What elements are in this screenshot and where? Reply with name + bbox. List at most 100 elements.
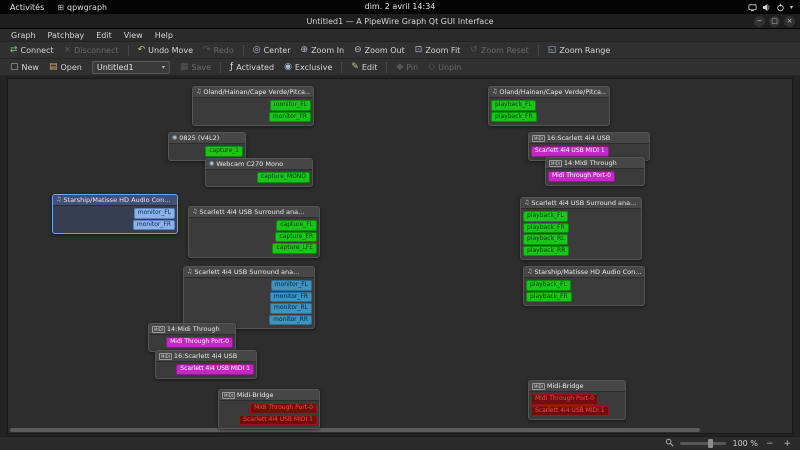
menu-patchbay[interactable]: Patchbay	[42, 30, 91, 41]
port-blue[interactable]: monitor_FL	[134, 208, 175, 219]
redo-button[interactable]: ↷Redo	[198, 45, 239, 56]
open-button[interactable]: ▤Open	[44, 62, 87, 73]
port-cyan[interactable]: monitor_RL	[270, 303, 312, 314]
port-green[interactable]: playback_FL	[491, 100, 536, 111]
port-magenta[interactable]: Scarlett 4i4 USB MIDI 1	[176, 364, 254, 375]
node-title: Scarlett 4i4 USB Surround ana...	[531, 199, 636, 207]
system-status-area[interactable]: ▾	[748, 3, 793, 12]
horizontal-scrollbar[interactable]	[10, 428, 700, 432]
center-label: Center	[264, 46, 291, 55]
activated-label: Activated	[236, 63, 274, 72]
menu-edit[interactable]: Edit	[90, 30, 118, 41]
graph-node[interactable]: ♫Oland/Hainan/Cape Verde/Pitca...playbac…	[488, 86, 610, 126]
port-magenta[interactable]: Scarlett 4i4 USB MIDI 1	[531, 146, 609, 157]
zoom-out-icon: ⊖	[354, 46, 362, 55]
edit-button[interactable]: ✎Edit	[346, 62, 382, 73]
port-red[interactable]: Midi Through Port-0	[531, 394, 598, 405]
menu-graph[interactable]: Graph	[5, 30, 42, 41]
save-label: Save	[191, 63, 211, 72]
graph-node[interactable]: ♫Starship/Matisse HD Audio Con...playbac…	[523, 266, 645, 306]
port-green[interactable]: playback_RR	[523, 246, 569, 257]
center-icon: ◎	[253, 46, 261, 55]
activities-button[interactable]: Activités	[7, 3, 47, 12]
port-green[interactable]: monitor_FL	[270, 100, 311, 111]
port-cyan[interactable]: monitor_RR	[269, 315, 312, 326]
new-button[interactable]: ▢New	[5, 62, 44, 73]
node-title: Webcam C270 Mono	[216, 160, 283, 168]
zoom-fit-button[interactable]: ⊡Zoom Fit	[410, 45, 466, 56]
graph-node[interactable]: ◉Webcam C270 Monocapture_MONO	[205, 158, 313, 187]
unpin-label: Unpin	[438, 63, 461, 72]
save-button[interactable]: ▦Save	[175, 62, 216, 73]
port-green[interactable]: monitor_FR	[269, 112, 311, 123]
zoom-decrease-button[interactable]: −	[764, 439, 776, 449]
connect-button[interactable]: ⇄Connect	[5, 45, 59, 56]
open-label: Open	[60, 63, 81, 72]
undo-move-button[interactable]: ↶Undo Move	[133, 45, 198, 56]
port-cyan[interactable]: monitor_FR	[270, 292, 312, 303]
graph-node[interactable]: MIDI16:Scarlett 4i4 USBScarlett 4i4 USB …	[155, 350, 257, 379]
focused-app-button[interactable]: ⊞ qpwgraph	[57, 3, 107, 12]
port-green[interactable]: capture_LFE	[272, 243, 317, 254]
minimize-button[interactable]: −	[754, 16, 765, 27]
port-list: Midi Through Port-0	[546, 169, 644, 185]
gnome-topbar: Activités ⊞ qpwgraph dim. 2 avril 14:34 …	[0, 0, 800, 14]
port-green[interactable]: capture_FL	[276, 220, 317, 231]
zoom-slider-thumb[interactable]	[708, 439, 713, 448]
port-list: monitor_FLmonitor_FR	[193, 98, 313, 125]
port-green[interactable]: capture_1	[205, 146, 243, 157]
graph-node[interactable]: MIDI14:Midi ThroughMidi Through Port-0	[545, 157, 645, 186]
graph-node[interactable]: MIDIMidi-BridgeMidi Through Port-0Scarle…	[528, 380, 626, 420]
node-header: ♫Scarlett 4i4 USB Surround ana...	[184, 267, 314, 278]
pin-button[interactable]: ◆Pin	[391, 62, 423, 73]
graph-node[interactable]: MIDI14:Midi ThroughMidi Through Port-0	[148, 323, 236, 352]
port-red[interactable]: Scarlett 4i4 USB MIDI 1	[239, 415, 317, 426]
graph-node[interactable]: ♫Oland/Hainan/Cape Verde/Pitca...monitor…	[192, 86, 314, 126]
menu-help[interactable]: Help	[149, 30, 179, 41]
clock[interactable]: dim. 2 avril 14:34	[365, 0, 436, 14]
zoom-in-button[interactable]: ⊕Zoom In	[296, 45, 350, 56]
port-green[interactable]: playback_FR	[491, 112, 537, 123]
graph-canvas[interactable]: ♫Oland/Hainan/Cape Verde/Pitca...monitor…	[7, 78, 793, 434]
node-title: 14:Midi Through	[564, 159, 617, 167]
graph-node[interactable]: ♫Scarlett 4i4 USB Surround ana...capture…	[188, 206, 320, 258]
graph-node[interactable]: MIDIMidi-BridgeMidi Through Port-0Scarle…	[218, 389, 320, 429]
port-blue[interactable]: monitor_FR	[133, 220, 175, 231]
graph-node[interactable]: ♫Starship/Matisse HD Audio Con...monitor…	[52, 194, 178, 234]
zoom-out-label: Zoom Out	[365, 46, 405, 55]
maximize-button[interactable]: □	[769, 16, 780, 27]
window-titlebar[interactable]: Untitled1 — A PipeWire Graph Qt GUI Inte…	[0, 14, 800, 29]
port-magenta[interactable]: Midi Through Port-0	[548, 171, 615, 182]
exclusive-button[interactable]: ◉Exclusive	[279, 62, 337, 73]
graph-node[interactable]: ◉0825 (V4L2)capture_1	[168, 132, 246, 161]
zoom-range-button[interactable]: ◱Zoom Range	[543, 45, 615, 56]
graph-node[interactable]: ♫Scarlett 4i4 USB Surround ana...playbac…	[520, 197, 642, 260]
port-red[interactable]: Scarlett 4i4 USB MIDI 1	[531, 406, 609, 417]
menu-view[interactable]: View	[118, 30, 149, 41]
zoom-increase-button[interactable]: +	[781, 439, 793, 449]
new-label: New	[22, 63, 39, 72]
port-green[interactable]: playback_FR	[523, 223, 569, 234]
unpin-button[interactable]: ◇Unpin	[423, 62, 466, 73]
port-green[interactable]: playback_RL	[523, 234, 568, 245]
port-magenta[interactable]: Midi Through Port-0	[166, 337, 233, 348]
patchbay-combo[interactable]: Untitled1▾	[92, 61, 170, 74]
port-green[interactable]: playback_FL	[526, 280, 571, 291]
center-button[interactable]: ◎Center	[248, 45, 296, 56]
zoom-out-button[interactable]: ⊖Zoom Out	[349, 45, 410, 56]
port-green[interactable]: playback_FL	[523, 211, 568, 222]
port-green[interactable]: capture_FR	[275, 232, 317, 243]
activated-button[interactable]: ƒActivated	[225, 62, 279, 73]
zoom-slider[interactable]	[680, 442, 726, 445]
zoom-reset-button[interactable]: ↺Zoom Reset	[465, 45, 534, 56]
screencast-icon	[748, 3, 757, 12]
toolbar-separator	[220, 62, 221, 73]
graph-node[interactable]: ♫Scarlett 4i4 USB Surround ana... monitor…	[183, 266, 315, 329]
port-red[interactable]: Midi Through Port-0	[250, 403, 317, 414]
port-green[interactable]: capture_MONO	[257, 172, 310, 183]
port-cyan[interactable]: monitor_FL	[271, 280, 312, 291]
midi-icon: MIDI	[222, 392, 235, 399]
close-button[interactable]: ×	[784, 16, 795, 27]
disconnect-button[interactable]: ×Disconnect	[59, 45, 124, 56]
port-green[interactable]: playback_FR	[526, 292, 572, 303]
